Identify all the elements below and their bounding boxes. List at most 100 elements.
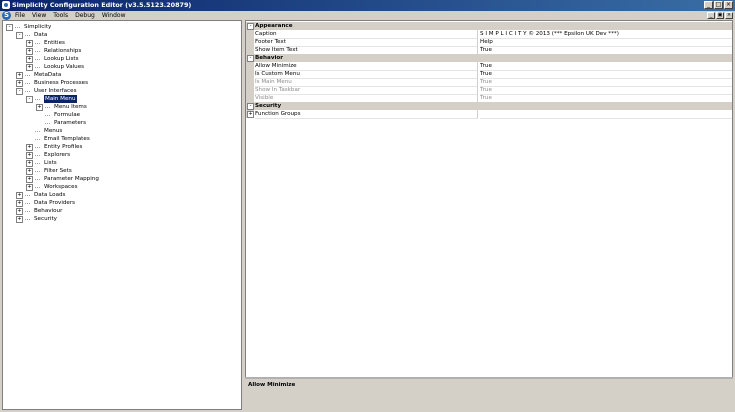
tree-node[interactable]: + Parameter Mapping (3, 175, 239, 183)
tree-node-label: Lists (44, 160, 57, 166)
tree-node[interactable]: + Data Providers (3, 199, 239, 207)
tree-node-label: User Interfaces (34, 88, 77, 94)
property-grid[interactable]: - Appearance Caption S I M P L I C I T Y © … (245, 20, 733, 410)
tree-node[interactable]: + Entities (3, 39, 239, 47)
tree-node[interactable]: + Lists (3, 159, 239, 167)
tree-node[interactable]: Parameters (3, 119, 239, 127)
tree-node[interactable]: + Entity Profiles (3, 143, 239, 151)
menu-file[interactable]: File (15, 12, 25, 19)
tree-node-label-selected: Main Menu (44, 95, 77, 103)
tree-node[interactable]: + Workspaces (3, 183, 239, 191)
property-row[interactable]: Show Item Text True (246, 46, 732, 55)
expand-icon[interactable]: + (16, 200, 23, 207)
tree-node[interactable]: + Filter Sets (3, 167, 239, 175)
expand-icon[interactable]: + (247, 111, 254, 118)
expand-icon[interactable]: + (16, 192, 23, 199)
window-controls: _ □ × (704, 1, 733, 9)
mdi-controls: _ ▣ × (707, 12, 733, 19)
property-category[interactable]: - Security (246, 102, 732, 110)
tree-node[interactable]: + Business Processes (3, 79, 239, 87)
tree-node[interactable]: Formulae (3, 111, 239, 119)
tree-connector (45, 107, 50, 108)
tree-connector (35, 171, 40, 172)
collapse-icon[interactable]: - (16, 32, 23, 39)
tree-node-label: Entities (44, 40, 65, 46)
tree-connector (35, 187, 40, 188)
collapse-icon[interactable]: - (247, 103, 254, 110)
menu-debug[interactable]: Debug (75, 12, 95, 19)
maximize-button[interactable]: □ (714, 1, 723, 9)
mdi-restore-button[interactable]: ▣ (716, 12, 724, 19)
tree-connector (25, 91, 30, 92)
expand-icon[interactable]: + (26, 56, 33, 63)
property-row[interactable]: Visible True (246, 94, 732, 103)
tree-node-label: Formulae (54, 112, 81, 118)
title-bar: Simplicity Configuration Editor (v3.5.51… (0, 0, 735, 11)
expand-icon[interactable]: + (16, 216, 23, 223)
expand-icon[interactable]: + (26, 144, 33, 151)
tree-node[interactable]: + MetaData (3, 71, 239, 79)
expand-icon[interactable]: + (26, 176, 33, 183)
close-button[interactable]: × (724, 1, 733, 9)
expand-icon[interactable]: + (16, 80, 23, 87)
tree-node[interactable]: + Menu Items (3, 103, 239, 111)
expand-icon[interactable]: + (26, 64, 33, 71)
tree-node[interactable]: + Lookup Lists (3, 55, 239, 63)
property-row[interactable]: Allow Minimize True (246, 62, 732, 71)
expand-icon[interactable]: + (26, 168, 33, 175)
tree-node[interactable]: + Security (3, 215, 239, 223)
configuration-tree[interactable]: - Simplicity - Data + Entities + Relationships +… (2, 20, 242, 410)
property-row[interactable]: + Function Groups (246, 110, 732, 119)
tree-connector (25, 83, 30, 84)
tree-node[interactable]: - Main Menu (3, 95, 239, 103)
tree-node[interactable]: - User Interfaces (3, 87, 239, 95)
menu-window[interactable]: Window (102, 12, 126, 19)
property-row[interactable]: Caption S I M P L I C I T Y © 2013 (*** E… (246, 30, 732, 39)
mdi-minimize-button[interactable]: _ (707, 12, 715, 19)
collapse-icon[interactable]: - (247, 23, 254, 30)
tree-node-label: Data (34, 32, 48, 38)
expand-icon[interactable]: + (26, 152, 33, 159)
app-menu-icon[interactable] (2, 11, 11, 20)
tree-node[interactable]: + Lookup Values (3, 63, 239, 71)
property-category[interactable]: - Behavior (246, 54, 732, 62)
tree-node[interactable]: Email Templates (3, 135, 239, 143)
property-value[interactable] (480, 110, 732, 119)
tree-node[interactable]: + Behaviour (3, 207, 239, 215)
tree-node-label: Behaviour (34, 208, 63, 214)
description-title: Allow Minimize (248, 382, 296, 388)
property-row[interactable]: Is Main Menu True (246, 78, 732, 87)
tree-node-label: Workspaces (44, 184, 78, 190)
tree-node-label: Menu Items (54, 104, 87, 110)
collapse-icon[interactable]: - (26, 96, 33, 103)
property-category[interactable]: - Appearance (246, 22, 732, 30)
tree-node[interactable]: Menus (3, 127, 239, 135)
tree-connector (35, 131, 40, 132)
expand-icon[interactable]: + (26, 160, 33, 167)
expand-icon[interactable]: + (16, 208, 23, 215)
menu-tools[interactable]: Tools (53, 12, 68, 19)
collapse-icon[interactable]: - (247, 55, 254, 62)
property-row[interactable]: Is Custom Menu True (246, 70, 732, 79)
tree-connector (25, 211, 30, 212)
tree-node[interactable]: + Explorers (3, 151, 239, 159)
tree-connector (25, 219, 30, 220)
property-description-pane: Allow Minimize (245, 377, 733, 410)
collapse-icon[interactable]: - (6, 24, 13, 31)
menu-view[interactable]: View (32, 12, 46, 19)
property-row[interactable]: Show In Taskbar True (246, 86, 732, 95)
collapse-icon[interactable]: - (16, 88, 23, 95)
expand-icon[interactable]: + (26, 48, 33, 55)
property-row[interactable]: Footer Text Help (246, 38, 732, 47)
minimize-button[interactable]: _ (704, 1, 713, 9)
expand-icon[interactable]: + (26, 40, 33, 47)
tree-node[interactable]: + Relationships (3, 47, 239, 55)
tree-node[interactable]: + Data Loads (3, 191, 239, 199)
tree-node[interactable]: - Data (3, 31, 239, 39)
mdi-close-button[interactable]: × (725, 12, 733, 19)
tree-node[interactable]: - Simplicity (3, 23, 239, 31)
expand-icon[interactable]: + (36, 104, 43, 111)
expand-icon[interactable]: + (26, 184, 33, 191)
expand-icon[interactable]: + (16, 72, 23, 79)
category-label: Behavior (255, 55, 283, 61)
